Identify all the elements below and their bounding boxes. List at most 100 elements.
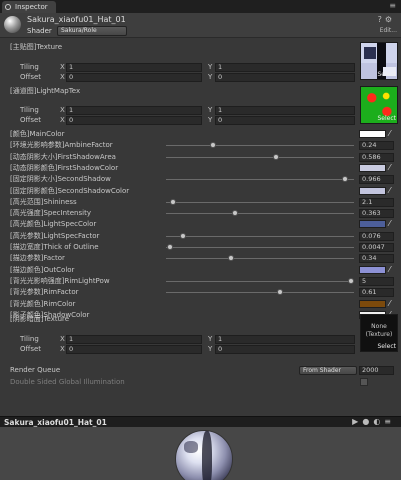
play-icon[interactable]: ▶ (352, 417, 362, 426)
texture-shadow-slot[interactable]: None (Texture) Select (360, 314, 398, 352)
texture-shadow-offset-y[interactable]: 0 (215, 345, 355, 354)
texture-lightmap-offset-y[interactable]: 0 (215, 116, 355, 125)
edit-button[interactable]: Edit... (380, 27, 397, 34)
light-icon[interactable]: ◐ (373, 417, 384, 426)
property-slider-thumb[interactable] (170, 199, 176, 205)
property-value-field[interactable]: 0.076 (359, 232, 394, 241)
texture-lightmap-offset-y-label: Y (208, 116, 213, 124)
texture-lightmap-slot[interactable]: Select (360, 86, 398, 124)
property-slider-track[interactable] (166, 258, 354, 259)
property-slider-thumb[interactable] (277, 289, 283, 295)
property-value-field[interactable]: 0.586 (359, 153, 394, 162)
property-label: [高光颜色]LightSpecColor (10, 220, 97, 228)
property-color-swatch[interactable] (359, 266, 386, 274)
eyedropper-icon[interactable]: ⁄ (389, 266, 396, 274)
texture-main-select[interactable]: Select (377, 71, 396, 78)
texture-shadow-tiling-y-label: Y (208, 335, 213, 343)
tab-inspector[interactable]: Inspector (2, 1, 56, 13)
property-label: [颜色]MainColor (10, 130, 65, 138)
texture-main-tiling-x-label: X (60, 63, 65, 71)
property-color-swatch[interactable] (359, 220, 386, 228)
double-sided-gi-checkbox[interactable] (360, 378, 368, 386)
property-slider-thumb[interactable] (228, 255, 234, 261)
eyedropper-icon[interactable]: ⁄ (389, 130, 396, 138)
tab-bar: Inspector ≡ (0, 0, 401, 13)
eyedropper-icon[interactable]: ⁄ (389, 300, 396, 308)
help-icon[interactable]: ? (378, 15, 385, 24)
preview-sphere-band (202, 431, 212, 480)
property-label: [环境光影响参数]AmbineFactor (10, 141, 113, 149)
property-slider-track[interactable] (166, 213, 354, 214)
property-slider-track[interactable] (166, 145, 354, 146)
property-label: [固定阴影大小]SecondShadow (10, 175, 111, 183)
texture-main-offset-label: Offset (20, 73, 42, 81)
material-header: Sakura_xiaofu01_Hat_01 Shader Sakura/Rol… (0, 13, 401, 38)
property-slider-thumb[interactable] (348, 278, 354, 284)
property-color-swatch[interactable] (359, 130, 386, 138)
texture-shadow-tiling-y[interactable]: 1 (215, 335, 355, 344)
sphere-mesh-icon[interactable]: ● (362, 417, 373, 426)
texture-lightmap-tiling-x-label: X (60, 106, 65, 114)
texture-main-preview (364, 47, 376, 59)
property-slider-thumb[interactable] (273, 154, 279, 160)
property-slider-track[interactable] (166, 202, 354, 203)
texture-shadow-tiling-x[interactable]: 1 (66, 335, 202, 344)
preview-bar: Sakura_xiaofu01_Hat_01 ▶●◐≡ (0, 416, 401, 427)
eyedropper-icon[interactable]: ⁄ (389, 187, 396, 195)
property-label: [动态阴影大小]FirstShadowArea (10, 153, 116, 161)
property-value-field[interactable]: 0.61 (359, 288, 394, 297)
property-slider-track[interactable] (166, 247, 354, 248)
property-slider-thumb[interactable] (342, 176, 348, 182)
menu-icon[interactable]: ≡ (389, 1, 396, 10)
property-value-field[interactable]: 0.24 (359, 141, 394, 150)
property-color-swatch[interactable] (359, 187, 386, 195)
property-slider-track[interactable] (166, 281, 354, 282)
render-queue-dropdown[interactable]: From Shader (299, 366, 357, 375)
texture-shadow-select[interactable]: Select (377, 343, 396, 350)
texture-lightmap-offset-x[interactable]: 0 (66, 116, 202, 125)
material-preview[interactable] (0, 427, 401, 480)
texture-main-label: [主贴图]Texture (10, 43, 63, 51)
property-label: [动态阴影颜色]FirstShadowColor (10, 164, 119, 172)
property-value-field[interactable]: 0.363 (359, 209, 394, 218)
property-slider-track[interactable] (166, 179, 354, 180)
property-value-field[interactable]: 0.34 (359, 254, 394, 263)
property-label: [固定阴影颜色]SecondShadowColor (10, 187, 130, 195)
property-slider-track[interactable] (166, 157, 354, 158)
property-color-swatch[interactable] (359, 164, 386, 172)
property-value-field[interactable]: 2.1 (359, 198, 394, 207)
property-color-swatch[interactable] (359, 300, 386, 308)
property-slider-thumb[interactable] (232, 210, 238, 216)
texture-main-offset-y[interactable]: 0 (215, 73, 355, 82)
texture-lightmap-tiling-y[interactable]: 1 (215, 106, 355, 115)
property-slider-track[interactable] (166, 236, 354, 237)
property-slider-thumb[interactable] (167, 244, 173, 250)
render-queue-value[interactable]: 2000 (359, 366, 394, 375)
texture-main-tiling-y[interactable]: 1 (215, 63, 355, 72)
property-slider-track[interactable] (166, 292, 354, 293)
texture-main-offset-x[interactable]: 0 (66, 73, 202, 82)
property-value-field[interactable]: 5 (359, 277, 394, 286)
options-icon[interactable]: ≡ (384, 417, 395, 426)
texture-lightmap-select[interactable]: Select (377, 115, 396, 122)
render-queue-label: Render Queue (10, 366, 61, 374)
eyedropper-icon[interactable]: ⁄ (389, 220, 396, 228)
texture-lightmap-tiling-label: Tiling (20, 106, 39, 114)
texture-main-offset-x-label: X (60, 73, 65, 81)
eyedropper-icon[interactable]: ⁄ (389, 164, 396, 172)
texture-main-slot[interactable]: Select (360, 42, 398, 80)
property-label: [描边颜色]OutColor (10, 266, 75, 274)
property-slider-thumb[interactable] (180, 233, 186, 239)
shader-dropdown[interactable]: Sakura/Role (57, 26, 127, 36)
texture-lightmap-tiling-y-label: Y (208, 106, 213, 114)
property-label: [描边宽度]Thick of Outline (10, 243, 99, 251)
property-value-field[interactable]: 0.0047 (359, 243, 394, 252)
property-slider-thumb[interactable] (210, 142, 216, 148)
texture-shadow-label: [阴影暗面]Texture (10, 315, 70, 323)
texture-shadow-offset-x[interactable]: 0 (66, 345, 202, 354)
property-label: [高光范围]Shininess (10, 198, 77, 206)
texture-lightmap-tiling-x[interactable]: 1 (66, 106, 202, 115)
texture-main-tiling-x[interactable]: 1 (66, 63, 202, 72)
property-value-field[interactable]: 0.966 (359, 175, 394, 184)
settings-icon[interactable]: ⚙ (385, 15, 395, 24)
